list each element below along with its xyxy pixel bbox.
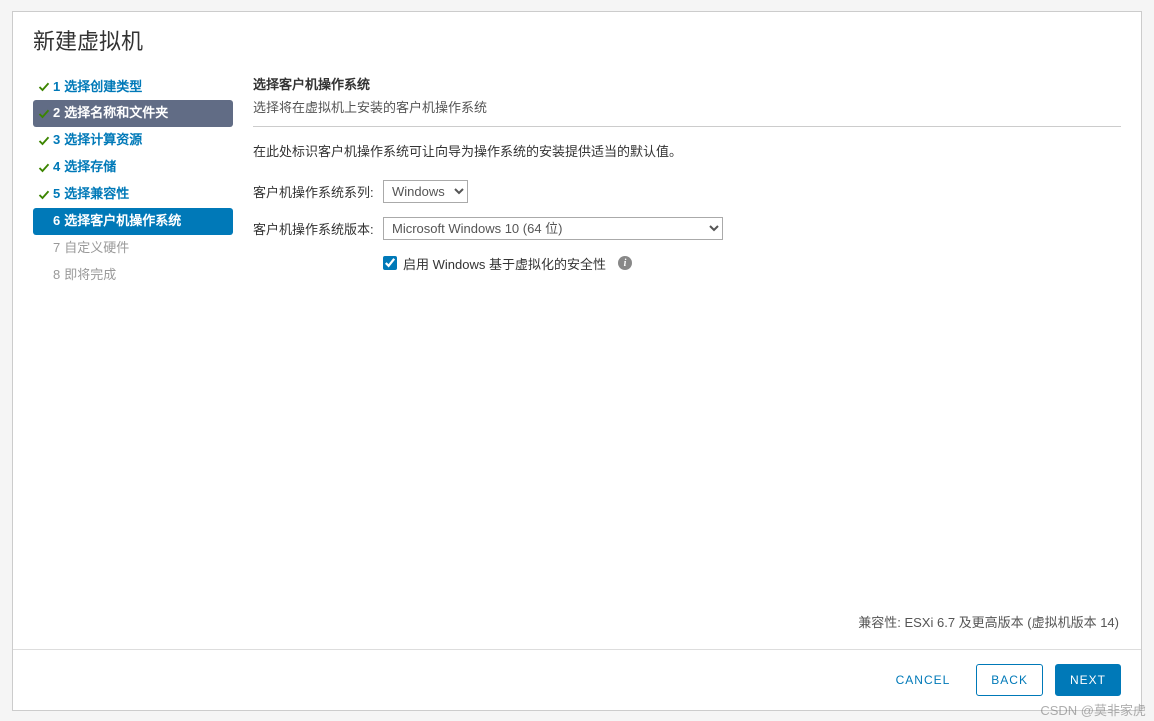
wizard-step-5[interactable]: 5选择兼容性 [33,181,233,208]
os-family-row: 客户机操作系统系列: Windows [253,180,1121,203]
dialog-footer: CANCEL BACK NEXT [13,649,1141,710]
wizard-content: 选择客户机操作系统 选择将在虚拟机上安装的客户机操作系统 在此处标识客户机操作系… [243,70,1141,649]
step-label: 自定义硬件 [64,240,129,257]
step-label: 选择客户机操作系统 [64,213,181,230]
next-button[interactable]: NEXT [1055,664,1121,696]
os-family-control: Windows [383,180,468,203]
step-number: 8 [53,267,60,284]
info-icon[interactable]: i [618,256,632,270]
security-checkbox-label: 启用 Windows 基于虚拟化的安全性 [403,254,606,273]
security-row: 启用 Windows 基于虚拟化的安全性 i [253,254,1121,273]
step-label: 选择存储 [64,159,116,176]
content-subtitle: 选择将在虚拟机上安装的客户机操作系统 [253,97,1121,127]
step-label: 即将完成 [64,267,116,284]
os-family-select[interactable]: Windows [383,180,468,203]
wizard-step-1[interactable]: 1选择创建类型 [33,74,233,101]
step-label: 选择兼容性 [64,186,129,203]
back-button[interactable]: BACK [976,664,1043,696]
security-checkbox[interactable] [383,256,397,270]
step-number: 1 [53,79,60,96]
content-title: 选择客户机操作系统 [253,74,1121,93]
content-spacer [253,287,1121,608]
check-icon [37,162,51,174]
step-number: 6 [53,213,60,230]
new-vm-dialog: 新建虚拟机 1选择创建类型2选择名称和文件夹3选择计算资源4选择存储5选择兼容性… [12,11,1142,711]
cancel-button[interactable]: CANCEL [882,664,965,696]
wizard-step-3[interactable]: 3选择计算资源 [33,127,233,154]
step-label: 选择创建类型 [64,79,142,96]
step-number: 4 [53,159,60,176]
check-icon [37,108,51,120]
check-icon [37,81,51,93]
compatibility-text: 兼容性: ESXi 6.7 及更高版本 (虚拟机版本 14) [253,608,1121,639]
wizard-steps-sidebar: 1选择创建类型2选择名称和文件夹3选择计算资源4选择存储5选择兼容性6选择客户机… [13,70,243,649]
step-number: 7 [53,240,60,257]
wizard-step-4[interactable]: 4选择存储 [33,154,233,181]
step-label: 选择名称和文件夹 [64,105,168,122]
wizard-step-2[interactable]: 2选择名称和文件夹 [33,100,233,127]
wizard-step-6[interactable]: 6选择客户机操作系统 [33,208,233,235]
os-version-control: Microsoft Windows 10 (64 位) [383,217,723,240]
content-hint: 在此处标识客户机操作系统可让向导为操作系统的安装提供适当的默认值。 [253,141,1121,160]
os-family-label: 客户机操作系统系列: [253,182,383,201]
step-number: 2 [53,105,60,122]
os-version-label: 客户机操作系统版本: [253,219,383,238]
security-checkbox-group: 启用 Windows 基于虚拟化的安全性 i [383,254,632,273]
dialog-title: 新建虚拟机 [13,12,1141,70]
check-icon [37,189,51,201]
step-label: 选择计算资源 [64,132,142,149]
check-icon [37,135,51,147]
step-number: 3 [53,132,60,149]
step-number: 5 [53,186,60,203]
os-version-select[interactable]: Microsoft Windows 10 (64 位) [383,217,723,240]
wizard-step-8: 8即将完成 [33,262,233,289]
dialog-body: 1选择创建类型2选择名称和文件夹3选择计算资源4选择存储5选择兼容性6选择客户机… [13,70,1141,649]
wizard-step-7: 7自定义硬件 [33,235,233,262]
os-version-row: 客户机操作系统版本: Microsoft Windows 10 (64 位) [253,217,1121,240]
